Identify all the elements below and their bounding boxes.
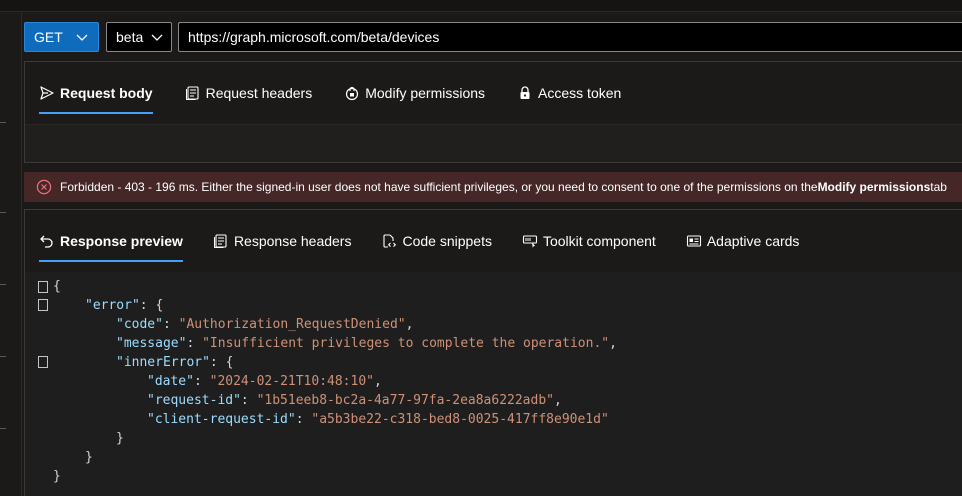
api-version-value: beta <box>116 29 144 45</box>
tab-label: Request body <box>60 85 153 101</box>
api-version-dropdown[interactable]: beta <box>106 22 172 52</box>
fold-toggle[interactable] <box>38 356 48 368</box>
http-method-dropdown[interactable]: GET <box>24 22 99 52</box>
tab-modify-permissions[interactable]: Modify permissions <box>344 62 485 124</box>
modify-permissions-link[interactable]: Modify permissions <box>818 180 931 194</box>
tab-label: Modify permissions <box>365 85 486 101</box>
query-bar: GET beta <box>24 20 962 54</box>
undo-arrow-icon <box>40 235 53 248</box>
error-circle-icon <box>36 179 52 195</box>
rail-tick <box>0 428 6 429</box>
code-line: } <box>85 450 93 465</box>
tab-response-headers[interactable]: Response headers <box>213 210 352 272</box>
send-icon <box>40 86 54 100</box>
tab-request-body[interactable]: Request body <box>39 62 153 124</box>
fold-toggle[interactable] <box>38 281 48 293</box>
code-line: { <box>53 279 61 294</box>
chevron-down-icon <box>151 34 163 41</box>
code-line: "error": { <box>85 298 164 313</box>
tab-label: Code snippets <box>402 233 492 249</box>
code-line: "code": "Authorization_RequestDenied", <box>116 317 414 332</box>
tab-label: Toolkit component <box>542 233 656 249</box>
fold-toggle[interactable] <box>38 299 48 311</box>
card-icon <box>686 235 701 247</box>
tab-response-preview[interactable]: Response preview <box>39 210 183 272</box>
rail-tick <box>0 356 6 357</box>
tab-label: Response headers <box>233 233 352 249</box>
response-panel: Response preview Response headers Code s… <box>24 209 962 496</box>
code-line: "message": "Insufficient privileges to c… <box>116 336 617 351</box>
request-panel: Request body Request headers Modify perm… <box>24 61 962 163</box>
response-json-viewer[interactable]: { "error": { "code": "Authorization_Requ… <box>25 272 962 496</box>
code-line: } <box>116 431 124 446</box>
shield-lock-icon <box>346 86 359 101</box>
tab-label: Access token <box>538 85 622 101</box>
code-line: "innerError": { <box>116 355 234 370</box>
tab-label: Request headers <box>205 85 313 101</box>
tab-code-snippets[interactable]: Code snippets <box>381 210 492 272</box>
document-icon <box>185 86 199 100</box>
request-body-editor[interactable] <box>25 124 962 162</box>
document-icon <box>213 234 227 248</box>
code-line: } <box>53 469 61 484</box>
tab-label: Response preview <box>60 233 183 249</box>
request-url-input[interactable] <box>178 22 962 52</box>
tab-adaptive-cards[interactable]: Adaptive cards <box>686 210 800 272</box>
tab-access-token[interactable]: Access token <box>517 62 621 124</box>
error-message-bar: Forbidden - 403 - 196 ms. Either the sig… <box>24 172 962 202</box>
tab-toolkit-component[interactable]: Toolkit component <box>522 210 656 272</box>
code-line: "date": "2024-02-21T10:48:10", <box>147 374 382 389</box>
top-strip <box>0 0 962 12</box>
tab-label: Adaptive cards <box>706 233 800 249</box>
request-tabs: Request body Request headers Modify perm… <box>25 62 962 124</box>
http-method-value: GET <box>34 29 63 45</box>
left-rail <box>0 12 22 496</box>
toolkit-icon <box>522 235 538 248</box>
chevron-down-icon <box>76 34 88 41</box>
rail-tick <box>0 212 6 213</box>
code-line: "client-request-id": "a5b3be22-c318-bed8… <box>147 412 609 427</box>
lock-icon <box>520 86 530 99</box>
error-text: Forbidden - 403 - 196 ms. Either the sig… <box>60 180 818 194</box>
rail-tick <box>0 284 6 285</box>
rail-tick <box>0 122 6 123</box>
response-tabs: Response preview Response headers Code s… <box>25 210 962 272</box>
error-text-tail: tab <box>930 180 947 194</box>
code-line: "request-id": "1b51eeb8-bc2a-4a77-97fa-2… <box>147 393 562 408</box>
code-doc-icon <box>383 234 397 248</box>
tab-request-headers[interactable]: Request headers <box>185 62 313 124</box>
